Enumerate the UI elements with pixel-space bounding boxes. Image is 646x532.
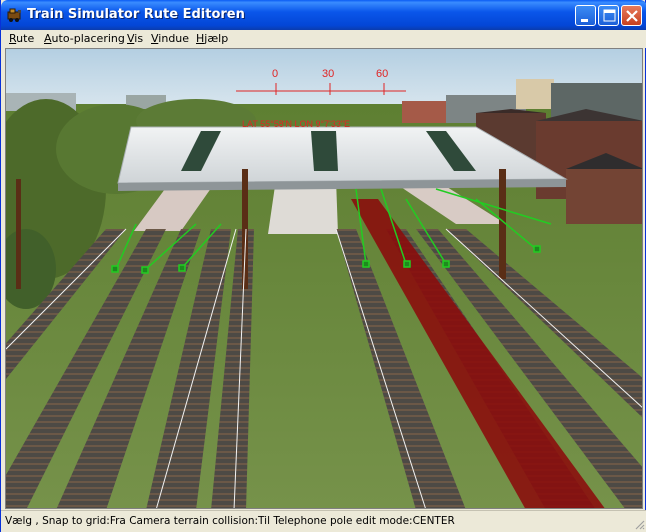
editor-window: Train Simulator Rute Editoren Rute Auto-… <box>0 0 646 532</box>
close-icon <box>626 10 638 22</box>
menu-vis-label: is <box>134 32 144 45</box>
menu-hjaelp[interactable]: Hjælp <box>196 32 228 45</box>
menu-auto-placering-mnemonic: A <box>44 32 52 45</box>
title-bar[interactable]: Train Simulator Rute Editoren <box>1 0 646 30</box>
position-readout: LAT 55°58'N LON 9°7'33"E <box>242 119 350 129</box>
menu-rute-label: ute <box>16 32 35 45</box>
maximize-button[interactable] <box>598 5 619 26</box>
maximize-icon <box>603 9 616 22</box>
3d-viewport[interactable]: 0 30 60 LAT 55°58'N LON 9°7'33"E <box>5 48 643 509</box>
menu-rute[interactable]: Rute <box>9 32 34 45</box>
close-button[interactable] <box>621 5 642 26</box>
resize-grip-icon[interactable] <box>633 518 645 530</box>
menu-vindue[interactable]: Vindue <box>151 32 189 45</box>
compass-tick-30: 30 <box>322 68 334 80</box>
minimize-button[interactable] <box>575 5 596 26</box>
menu-bar: Rute Auto-placering Vis Vindue Hjælp <box>1 30 646 48</box>
compass-tick-0: 0 <box>272 68 278 80</box>
menu-auto-placering-label: uto-placering <box>51 32 125 45</box>
status-text: Vælg , Snap to grid:Fra Camera terrain c… <box>5 515 455 527</box>
menu-vis[interactable]: Vis <box>127 32 143 45</box>
menu-vindue-label: indue <box>158 32 190 45</box>
minimize-icon <box>581 19 588 22</box>
menu-hjaelp-label: jælp <box>204 32 229 45</box>
compass-tick-60: 60 <box>376 68 388 80</box>
status-bar: Vælg , Snap to grid:Fra Camera terrain c… <box>1 510 646 532</box>
train-app-icon <box>7 8 21 22</box>
scene-canvas[interactable]: 0 30 60 LAT 55°58'N LON 9°7'33"E <box>6 49 643 509</box>
window-title: Train Simulator Rute Editoren <box>27 7 245 22</box>
menu-auto-placering[interactable]: Auto-placering <box>44 32 125 45</box>
